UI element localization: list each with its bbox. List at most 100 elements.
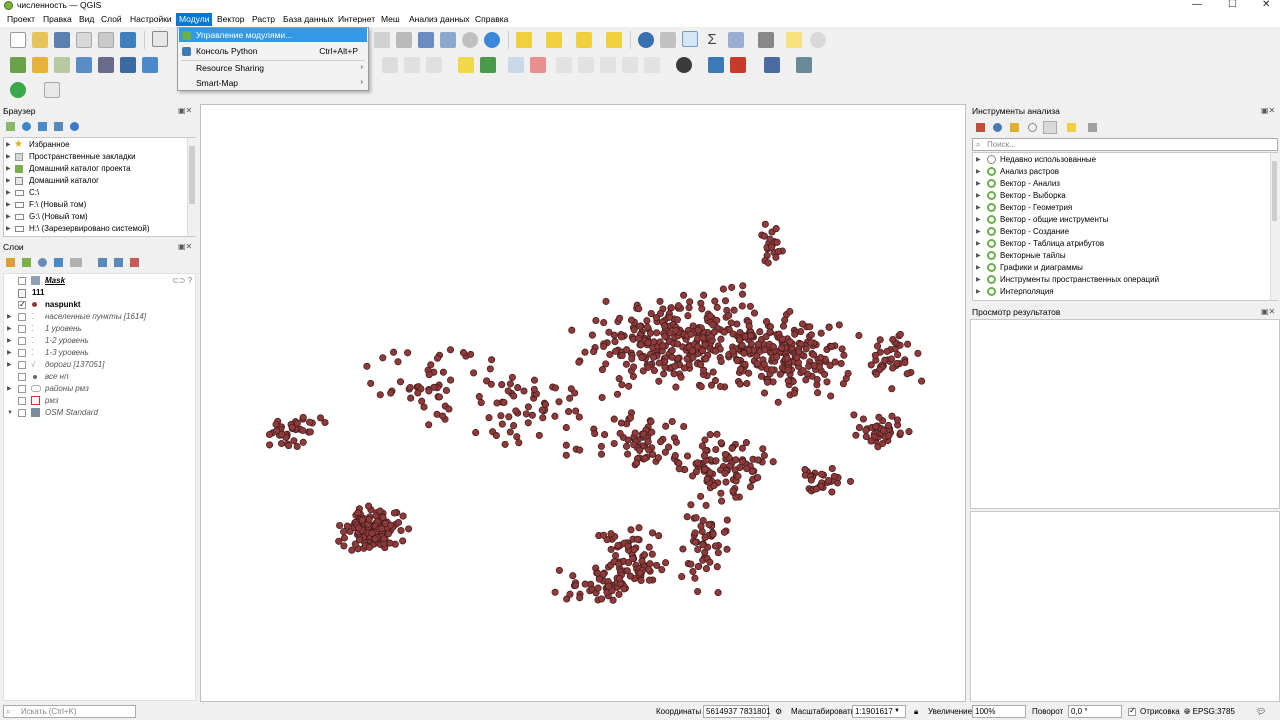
menu-database[interactable]: База данных bbox=[280, 13, 337, 26]
add-wms-icon[interactable] bbox=[120, 57, 136, 73]
model-builder-icon[interactable] bbox=[44, 82, 60, 98]
layer-row[interactable]: все нп bbox=[4, 371, 194, 383]
toolbox-item[interactable]: ▶ Вектор - Геометрия bbox=[973, 202, 1268, 214]
map-canvas[interactable] bbox=[200, 104, 966, 702]
info-icon[interactable] bbox=[70, 122, 79, 131]
expand-all-icon[interactable] bbox=[98, 258, 107, 267]
layer-row[interactable]: рмз bbox=[4, 395, 194, 407]
panel-float-close-icon[interactable]: ▣✕ bbox=[1261, 106, 1275, 115]
zoom-next-icon[interactable] bbox=[440, 32, 456, 48]
toolbox-item[interactable]: ▶ Анализ растров bbox=[973, 166, 1268, 178]
menu-project[interactable]: Проект bbox=[4, 13, 38, 26]
toolbox-item[interactable]: ▶ Вектор - Выборка bbox=[973, 190, 1268, 202]
toolbox-item[interactable]: ▶ Векторные тайлы bbox=[973, 250, 1268, 262]
style-panel-icon[interactable] bbox=[6, 258, 15, 267]
measure-icon[interactable] bbox=[758, 32, 774, 48]
coordinates-field[interactable]: 5614937 7831801 bbox=[703, 705, 771, 718]
python-console-icon[interactable] bbox=[708, 57, 724, 73]
layer-checkbox[interactable] bbox=[18, 397, 26, 405]
menu-item-resource-sharing[interactable]: Resource Sharing › bbox=[179, 61, 367, 75]
statistics-sigma-icon[interactable]: Σ bbox=[704, 32, 720, 48]
messages-icon[interactable]: 💬︎ bbox=[1256, 707, 1266, 716]
toolbox-search-input[interactable]: ⌕ Поиск... bbox=[972, 138, 1278, 151]
add-wfs-icon[interactable] bbox=[142, 57, 158, 73]
panel-float-close-icon[interactable]: ▣✕ bbox=[178, 242, 192, 251]
crs-button[interactable]: 🌐︎ EPSG:3785 bbox=[1184, 707, 1235, 717]
browser-scrollbar[interactable] bbox=[187, 138, 196, 236]
toolbox-icon[interactable] bbox=[682, 31, 698, 47]
add-vector-layer-icon[interactable] bbox=[10, 57, 26, 73]
close-button[interactable]: ✕ bbox=[1262, 0, 1270, 10]
filter-expression-icon[interactable] bbox=[70, 258, 82, 267]
panel-float-close-icon[interactable]: ▣✕ bbox=[1261, 307, 1275, 316]
move-label-icon[interactable] bbox=[556, 57, 572, 73]
menu-edit[interactable]: Правка bbox=[40, 13, 75, 26]
menu-settings[interactable]: Настройки bbox=[127, 13, 175, 26]
results-viewer-icon[interactable] bbox=[1043, 121, 1057, 134]
scrollbar-thumb[interactable] bbox=[1272, 161, 1277, 221]
temporal-controller-icon[interactable] bbox=[462, 32, 478, 48]
add-raster-layer-icon[interactable] bbox=[32, 57, 48, 73]
edit-features-icon[interactable] bbox=[1067, 123, 1076, 132]
lock-scale-icon[interactable]: 🔒︎ bbox=[914, 707, 918, 717]
add-delimited-text-icon[interactable] bbox=[54, 57, 70, 73]
tree-item[interactable]: ▶ F:\ (Новый том) bbox=[4, 199, 189, 211]
scripts-icon[interactable] bbox=[993, 123, 1002, 132]
layer-checkbox[interactable] bbox=[18, 349, 26, 357]
models-icon[interactable] bbox=[976, 123, 985, 132]
toolbox-item[interactable]: ▶ Графики и диаграммы bbox=[973, 262, 1268, 274]
tree-item[interactable]: ▶ Домашний каталог bbox=[4, 175, 189, 187]
scrollbar-thumb[interactable] bbox=[189, 146, 195, 204]
georeferencer-icon[interactable] bbox=[796, 57, 812, 73]
layer-row[interactable]: ▶ ⁚ населенные пункты [1614] bbox=[4, 311, 194, 323]
toolbox-item[interactable]: ▶ Вектор - Анализ bbox=[973, 178, 1268, 190]
options-icon[interactable] bbox=[1088, 123, 1097, 132]
select-features-icon[interactable] bbox=[516, 32, 532, 48]
layer-row[interactable]: ▶ √ дороги [137051] bbox=[4, 359, 194, 371]
panel-float-close-icon[interactable]: ▣✕ bbox=[178, 106, 192, 115]
quickmapservices-icon[interactable] bbox=[676, 57, 692, 73]
layout-manager-icon[interactable] bbox=[98, 32, 114, 48]
diagram-icon[interactable] bbox=[480, 57, 496, 73]
redo-icon[interactable] bbox=[426, 57, 442, 73]
locator-search-input[interactable]: ⌕ Искать (Ctrl+K) bbox=[3, 705, 136, 718]
toolbox-item[interactable]: ▶ Вектор - Создание bbox=[973, 226, 1268, 238]
toolbox-item[interactable]: ▶ Инструменты пространственных операций bbox=[973, 274, 1268, 286]
layer-checkbox[interactable] bbox=[18, 277, 26, 285]
toolbox-item-recent[interactable]: ▶ Недавно использованные bbox=[973, 154, 1268, 166]
style-manager-icon[interactable] bbox=[120, 32, 136, 48]
add-postgis-icon[interactable] bbox=[98, 57, 114, 73]
tree-item[interactable]: ▶ C:\ bbox=[4, 187, 189, 199]
select-location-icon[interactable] bbox=[606, 32, 622, 48]
menu-web[interactable]: Интернет bbox=[335, 13, 378, 26]
map-tips-icon[interactable] bbox=[786, 32, 802, 48]
zoom-selection-icon[interactable] bbox=[396, 32, 412, 48]
python-scripts-icon[interactable] bbox=[1010, 123, 1019, 132]
rotation-field[interactable]: 0,0 ° bbox=[1068, 705, 1122, 718]
refresh-icon[interactable] bbox=[22, 122, 31, 131]
layer-row[interactable]: ▼ OSM Standard bbox=[4, 407, 194, 419]
zoom-last-icon[interactable] bbox=[418, 32, 434, 48]
refresh-icon[interactable] bbox=[484, 32, 500, 48]
layer-checkbox[interactable] bbox=[18, 409, 26, 417]
menu-item-manage-plugins[interactable]: Управление модулями... bbox=[179, 28, 367, 42]
layer-checkbox[interactable] bbox=[18, 299, 26, 311]
layer-row[interactable]: Mask ⊂⊃ ? bbox=[4, 275, 194, 287]
plugin-tool-icon[interactable] bbox=[730, 57, 746, 73]
layer-checkbox[interactable] bbox=[18, 373, 26, 381]
settings-gear-icon[interactable] bbox=[810, 32, 826, 48]
select-by-value-icon[interactable] bbox=[546, 32, 562, 48]
layer-row[interactable]: 111 bbox=[4, 287, 194, 299]
layer-checkbox[interactable] bbox=[18, 337, 26, 345]
scale-dropdown-arrow-icon[interactable]: ▼ bbox=[894, 708, 900, 714]
toolbox-item[interactable]: ▶ Вектор - общие инструменты bbox=[973, 214, 1268, 226]
maximize-button[interactable]: ☐ bbox=[1228, 0, 1237, 10]
layer-checkbox[interactable] bbox=[18, 313, 26, 321]
menu-raster[interactable]: Растр bbox=[249, 13, 278, 26]
new-project-icon[interactable] bbox=[10, 32, 26, 48]
extents-toggle-icon[interactable]: ⚙ bbox=[775, 707, 782, 716]
history-icon[interactable] bbox=[1028, 123, 1037, 132]
new-print-layout-icon[interactable] bbox=[76, 32, 92, 48]
current-edits-icon[interactable] bbox=[382, 57, 398, 73]
collapse-all-icon[interactable] bbox=[114, 258, 123, 267]
